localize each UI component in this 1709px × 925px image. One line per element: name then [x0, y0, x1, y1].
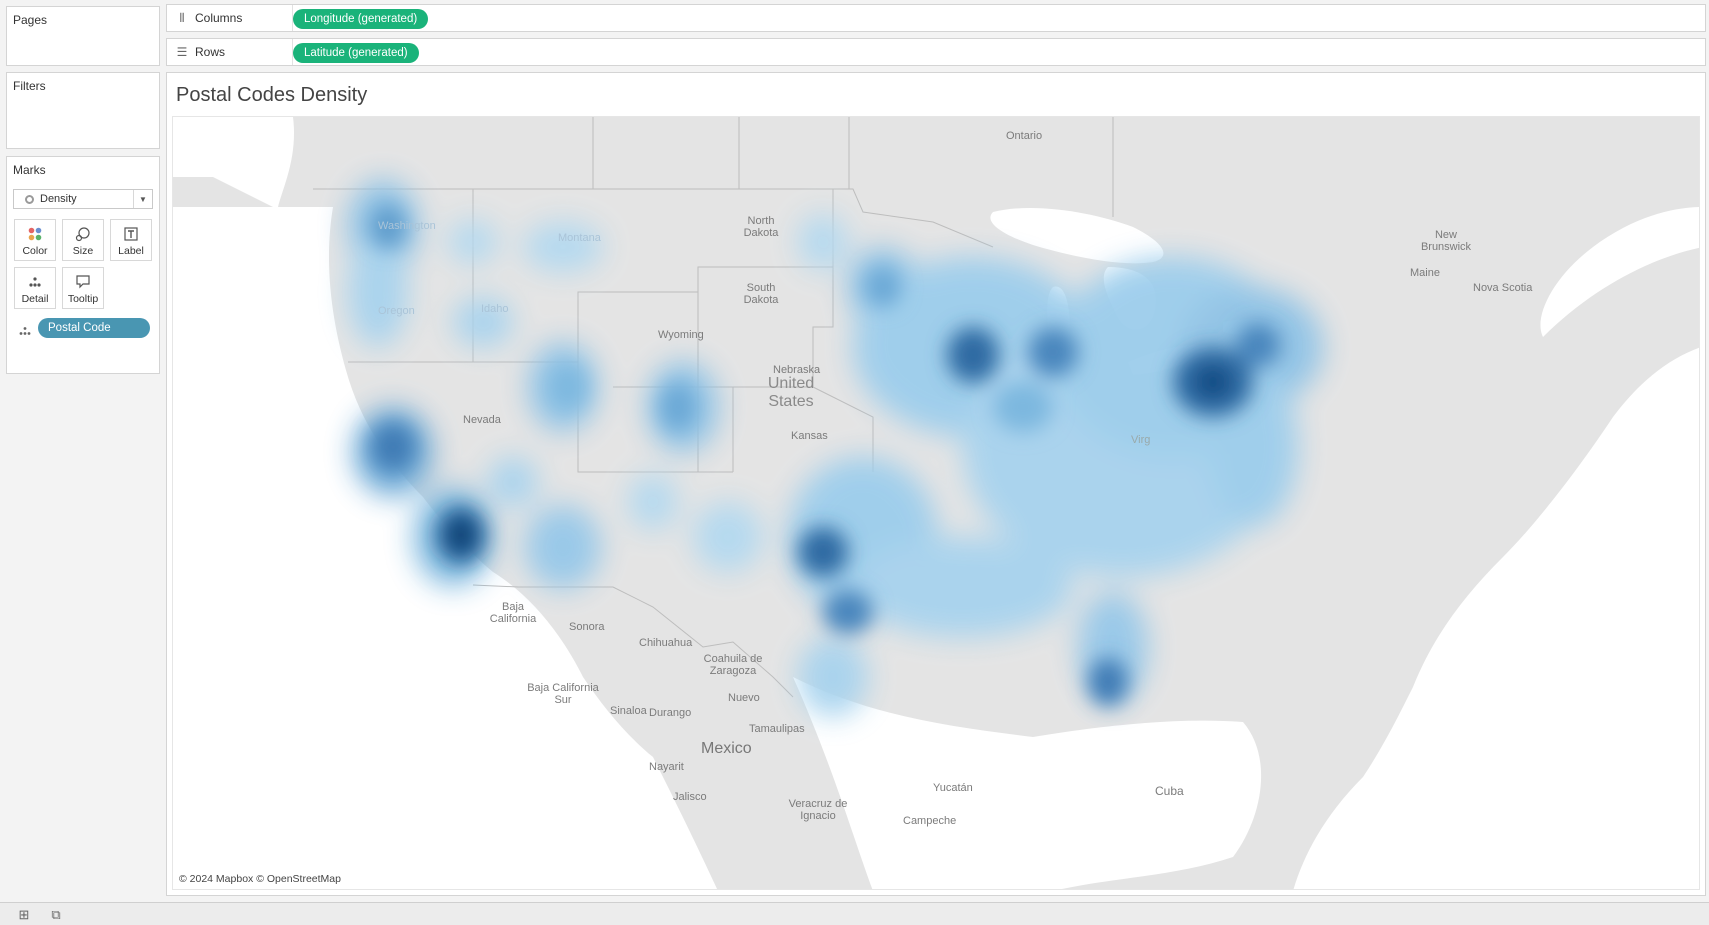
label-montana: Montana [558, 232, 601, 244]
sheet-tab-bar: ⊞ ⧉ [0, 902, 1709, 925]
tooltip-button-label: Tooltip [67, 293, 99, 305]
filters-card[interactable]: Filters [6, 72, 160, 149]
label-nevada: Nevada [463, 414, 501, 426]
longitude-pill[interactable]: Longitude (generated) [293, 9, 429, 29]
label-button[interactable]: Label [110, 219, 152, 261]
detail-button[interactable]: Detail [14, 267, 56, 309]
label-baja-california-sur: Baja California Sur [527, 682, 599, 706]
label-icon [111, 226, 151, 242]
marks-card: Marks Density ▼ Color Size Label Detail … [6, 156, 160, 374]
pacific-northwest-water [173, 117, 295, 207]
density-map[interactable]: Ontario North Dakota South Dakota Montan… [172, 116, 1700, 890]
size-button-label: Size [72, 245, 94, 257]
label-oregon: Oregon [378, 305, 415, 317]
new-worksheet-icon[interactable]: ⊞ [14, 907, 34, 923]
columns-icon: ⫴ [179, 10, 185, 25]
mark-type-dropdown[interactable]: Density ▼ [13, 189, 153, 209]
label-veracruz: Veracruz de Ignacio [788, 798, 848, 822]
label-south-dakota: South Dakota [743, 282, 779, 306]
size-icon [63, 226, 103, 242]
label-tamaulipas: Tamaulipas [749, 723, 805, 735]
label-nova-scotia: Nova Scotia [1473, 282, 1533, 294]
label-button-label: Label [118, 245, 144, 257]
gulf-of-st-lawrence [1540, 207, 1699, 337]
label-chihuahua: Chihuahua [639, 637, 693, 649]
label-campeche: Campeche [903, 815, 957, 827]
map-attribution[interactable]: © 2024 Mapbox © OpenStreetMap [179, 873, 341, 885]
label-jalisco: Jalisco [673, 791, 707, 803]
label-virginia: Virg [1131, 434, 1151, 446]
label-durango: Durango [649, 707, 692, 719]
label-maine: Maine [1410, 267, 1440, 279]
label-kansas: Kansas [791, 430, 828, 442]
label-mexico: Mexico [701, 740, 752, 757]
label-nuevo: Nuevo [728, 692, 760, 704]
tooltip-button[interactable]: Tooltip [62, 267, 104, 309]
pages-card[interactable]: Pages [6, 6, 160, 66]
label-washington: Washington [378, 220, 436, 232]
label-baja-california: Baja California [489, 601, 537, 625]
new-dashboard-icon[interactable]: ⧉ [46, 907, 66, 923]
tooltip-icon [63, 274, 103, 290]
columns-shelf-label: Columns [195, 11, 243, 25]
latitude-pill[interactable]: Latitude (generated) [293, 43, 419, 63]
pages-card-title: Pages [13, 13, 48, 27]
color-icon [15, 226, 55, 242]
columns-shelf[interactable]: ⫴ Columns Longitude (generated) [166, 4, 1706, 32]
rows-shelf[interactable]: ☰ Rows Latitude (generated) [166, 38, 1706, 66]
label-sonora: Sonora [569, 621, 605, 633]
label-coahuila: Coahuila de Zaragoza [703, 653, 763, 677]
mark-type-label: Density [40, 193, 77, 205]
label-wyoming: Wyoming [658, 329, 704, 341]
label-sinaloa: Sinaloa [610, 705, 647, 717]
rows-shelf-label: Rows [195, 45, 226, 59]
atlantic-ocean [1293, 347, 1699, 889]
rows-shelf-label-box: ☰ Rows [167, 39, 293, 65]
density-mark-icon [25, 194, 34, 204]
label-united-states: United States [767, 375, 815, 410]
worksheet-title: Postal Codes Density [176, 84, 368, 106]
size-button[interactable]: Size [62, 219, 104, 261]
detail-icon [15, 274, 55, 290]
color-button[interactable]: Color [14, 219, 56, 261]
gulf-of-mexico [793, 677, 1262, 889]
detail-field-icon [18, 323, 32, 341]
filters-card-title: Filters [13, 79, 46, 93]
label-new-brunswick: New Brunswick [1420, 229, 1472, 253]
postal-code-pill[interactable]: Postal Code [38, 318, 150, 338]
label-north-dakota: North Dakota [743, 215, 779, 239]
label-idaho: Idaho [481, 303, 509, 315]
color-button-label: Color [22, 245, 48, 257]
columns-shelf-label-box: ⫴ Columns [167, 5, 293, 31]
chevron-down-icon[interactable]: ▼ [133, 190, 152, 208]
detail-button-label: Detail [21, 293, 49, 305]
rows-icon: ☰ [176, 45, 188, 59]
label-cuba: Cuba [1155, 784, 1184, 798]
lake-superior [990, 207, 1164, 264]
label-ontario: Ontario [1006, 130, 1043, 142]
label-nayarit: Nayarit [649, 761, 684, 773]
label-yucatan: Yucatán [933, 782, 973, 794]
marks-card-title: Marks [13, 163, 46, 177]
